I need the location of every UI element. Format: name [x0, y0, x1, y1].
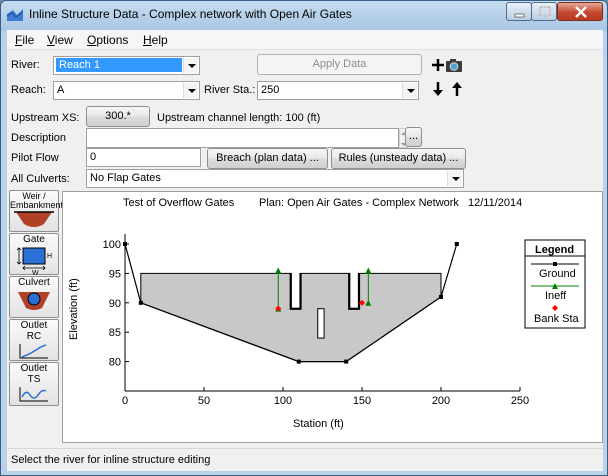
status-bar: Select the river for inline structure ed… [7, 448, 603, 471]
maximize-icon [539, 6, 551, 17]
outlet-rc-button[interactable]: Outlet RC [9, 319, 59, 361]
pilot-flow-label: Pilot Flow [11, 152, 59, 164]
gate-label: Gate [23, 234, 45, 245]
y-tick-label-3: 85 [109, 327, 121, 339]
ground-point-1 [138, 300, 143, 305]
menu-options[interactable]: Options [87, 33, 128, 47]
outlet-rc-label: Outlet RC [20, 320, 48, 342]
weir-embankment-label: Weir / Embankment [10, 191, 64, 210]
plot-svg: Test of Overflow Gates Plan: Open Air Ga… [68, 197, 586, 430]
river-sta-select[interactable]: 250 [257, 81, 419, 100]
gate-interior-opening [317, 308, 325, 339]
river-select[interactable]: Reach 1 [53, 56, 200, 75]
arrow-up-icon[interactable] [448, 80, 466, 98]
svg-text:H: H [47, 253, 52, 260]
rules-button[interactable]: Rules (unsteady data) ... [331, 148, 466, 169]
gate-icon: H W [16, 247, 52, 277]
culvert-icon [18, 292, 50, 310]
y-tick-label-1: 95 [109, 268, 121, 280]
gate-button[interactable]: Gate H W [9, 233, 59, 277]
cross-section-plot[interactable]: Test of Overflow Gates Plan: Open Air Ga… [62, 191, 603, 443]
x-tick-label-5: 250 [511, 395, 529, 407]
reach-label: Reach: [11, 84, 46, 96]
x-tick-label-2: 100 [274, 395, 292, 407]
app-icon [7, 9, 23, 21]
x-tick-label-3: 150 [353, 395, 371, 407]
all-culverts-select[interactable]: No Flap Gates [86, 169, 464, 188]
y-tick-label-0: 100 [103, 239, 121, 251]
menu-help[interactable]: Help [143, 33, 168, 47]
client-area: File View Options Help River: Reach 1 Ap… [7, 30, 603, 471]
ineff-top-marker-1 [365, 267, 372, 274]
legend-title: Legend [535, 244, 574, 256]
river-sta-label: River Sta.: [204, 84, 256, 96]
outlet-ts-button[interactable]: Outlet TS [9, 362, 59, 406]
ground-point-4 [439, 294, 443, 299]
minimize-button[interactable] [506, 2, 532, 21]
app-window: Inline Structure Data - Complex network … [0, 0, 608, 476]
ground-point-2 [296, 359, 301, 364]
ineff-top-marker-0 [275, 267, 282, 274]
plot-plan: Plan: Open Air Gates - Complex Network [259, 197, 459, 209]
all-culverts-label: All Culverts: [11, 173, 70, 185]
upstream-length-text: Upstream channel length: 100 (ft) [157, 112, 321, 124]
status-text: Select the river for inline structure ed… [11, 454, 211, 466]
outlet-ts-label: Outlet TS [20, 363, 48, 385]
ground-point-3 [344, 359, 349, 364]
description-label: Description [11, 132, 67, 144]
arrow-down-icon[interactable] [429, 80, 447, 98]
x-tick-label-1: 50 [198, 395, 210, 407]
weir-embankment-button[interactable]: Weir / Embankment [9, 190, 64, 232]
y-tick-label-4: 80 [109, 357, 121, 369]
upstream-xs-label: Upstream XS: [11, 112, 80, 124]
breach-button[interactable]: Breach (plan data) ... [207, 148, 328, 169]
weir-icon [14, 211, 54, 227]
outlet-ts-icon [19, 387, 48, 402]
gate-fill-1 [350, 272, 358, 308]
structure-type-panel: Weir / Embankment Gate H W Culvert Outle… [9, 190, 64, 440]
y-axis-label: Elevation (ft) [68, 278, 80, 340]
outlet-rc-icon [19, 344, 48, 359]
culvert-label: Culvert [18, 277, 50, 288]
upstream-xs-button[interactable]: 300.* [86, 106, 150, 127]
menu-view[interactable]: View [47, 33, 73, 47]
chevron-down-icon[interactable] [402, 83, 417, 98]
ground-point-5 [454, 242, 459, 246]
plot-date: 12/11/2014 [468, 197, 522, 209]
legend-ground-marker [553, 262, 557, 266]
window-title: Inline Structure Data - Complex network … [29, 7, 352, 21]
close-icon [575, 6, 587, 18]
svg-text:W: W [32, 270, 39, 275]
x-tick-label-4: 200 [432, 395, 450, 407]
y-tick-label-2: 90 [109, 298, 121, 310]
camera-icon[interactable] [445, 56, 463, 74]
description-more-button[interactable]: ... [405, 127, 422, 147]
reach-select[interactable]: A [53, 81, 200, 100]
chevron-down-icon[interactable] [447, 171, 462, 186]
culvert-button[interactable]: Culvert [9, 276, 59, 318]
apply-data-button[interactable]: Apply Data [257, 54, 422, 75]
plot-title: Test of Overflow Gates [123, 197, 235, 209]
title-bar: Inline Structure Data - Complex network … [1, 1, 607, 29]
x-tick-label-0: 0 [122, 395, 128, 407]
chevron-down-icon[interactable] [183, 58, 198, 73]
menu-bar: File View Options Help [7, 30, 603, 50]
menu-file[interactable]: File [15, 33, 34, 47]
x-axis-label: Station (ft) [293, 418, 344, 430]
maximize-button[interactable] [531, 2, 557, 21]
legend-ineff: Ineff [545, 290, 567, 302]
legend-bank-sta: Bank Sta [534, 313, 580, 325]
close-button[interactable] [557, 2, 603, 21]
description-field[interactable] [86, 128, 399, 148]
river-label: River: [11, 59, 40, 71]
minimize-icon [514, 13, 525, 18]
legend: Legend Ground Ineff Bank Sta [524, 239, 586, 329]
legend-ground: Ground [539, 268, 576, 280]
pilot-flow-field[interactable]: 0 [86, 148, 201, 167]
chevron-down-icon[interactable] [183, 83, 198, 98]
gate-fill-0 [291, 272, 300, 308]
